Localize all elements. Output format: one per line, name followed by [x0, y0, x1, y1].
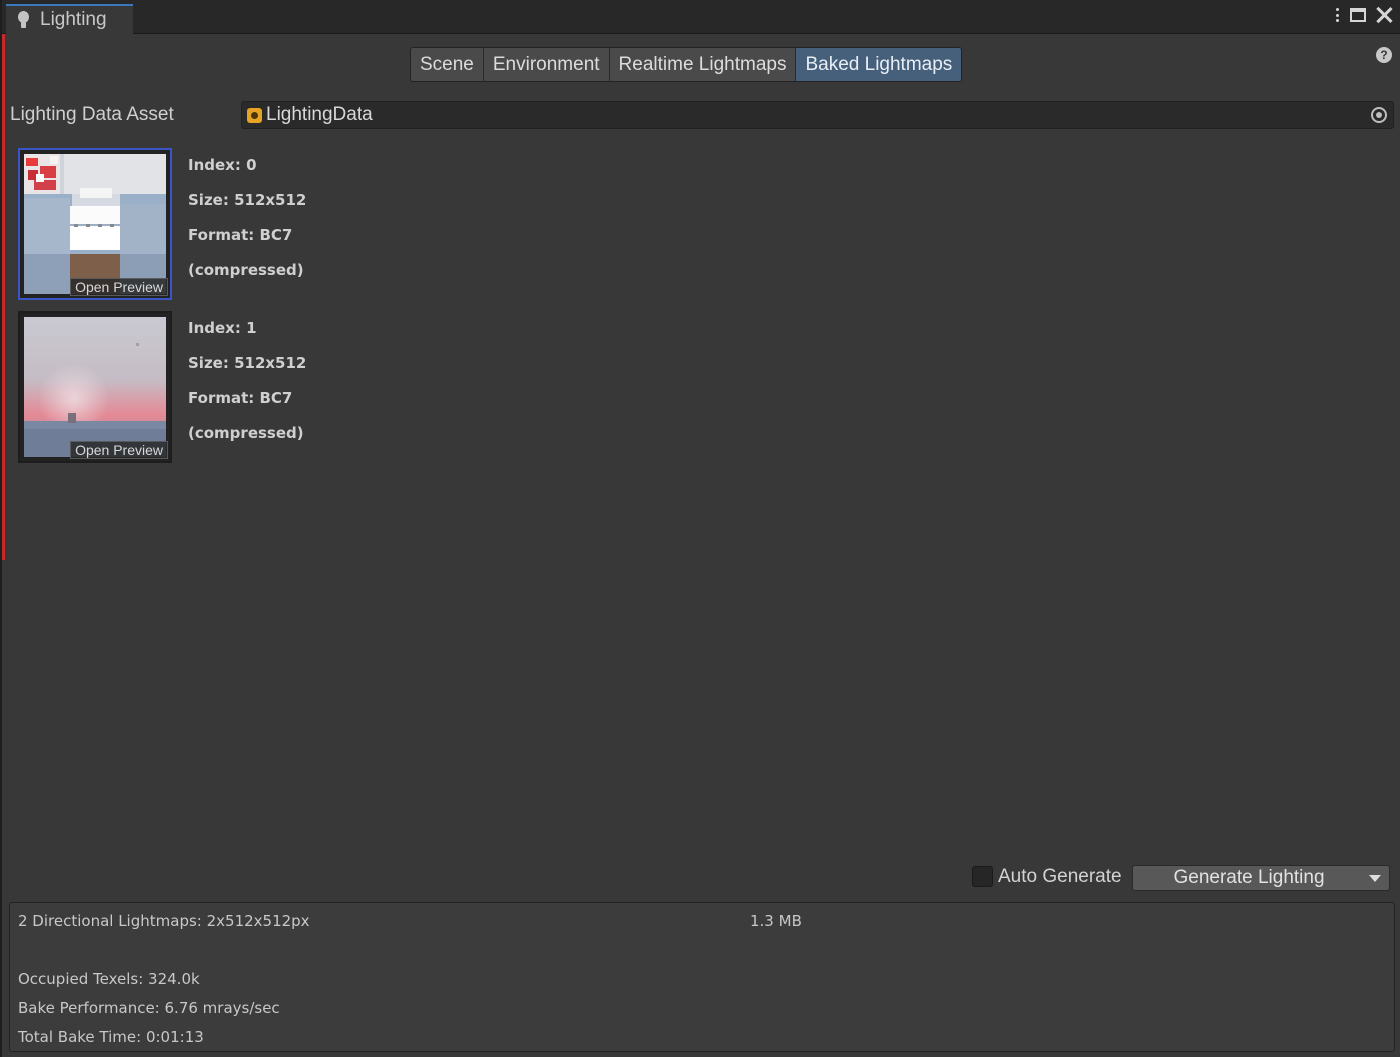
lighting-data-asset-label: Lighting Data Asset: [10, 104, 174, 125]
window-controls: [1334, 6, 1392, 24]
tab-baked-lightmaps[interactable]: Baked Lightmaps: [796, 48, 962, 81]
auto-generate-label: Auto Generate: [998, 866, 1122, 887]
auto-generate-checkbox[interactable]: [972, 866, 993, 887]
lighting-data-icon: [247, 107, 262, 123]
total-bake-time: Total Bake Time: 0:01:13: [18, 1028, 204, 1046]
help-icon[interactable]: ?: [1376, 47, 1392, 63]
open-preview-button-1[interactable]: Open Preview: [70, 441, 168, 459]
lightmap-format: Format: BC7 (compressed): [188, 226, 304, 279]
generate-lighting-button[interactable]: Generate Lighting: [1132, 865, 1390, 891]
title-bar: Lighting: [2, 0, 1400, 34]
lightmap-info-0: Index: 0 Size: 512x512 Format: BC7 (comp…: [188, 148, 398, 279]
tab-environment[interactable]: Environment: [483, 48, 610, 81]
lightmaps-memory: 1.3 MB: [750, 912, 802, 930]
lightmap-index: Index: 1: [188, 319, 257, 337]
lightmaps-summary: 2 Directional Lightmaps: 2x512x512px: [18, 912, 310, 930]
maximize-icon[interactable]: [1350, 8, 1366, 22]
lightmap-format: Format: BC7 (compressed): [188, 389, 304, 442]
bake-stats-panel: 2 Directional Lightmaps: 2x512x512px 1.3…: [9, 902, 1395, 1052]
lighting-tabs: Scene Environment Realtime Lightmaps Bak…: [410, 47, 963, 82]
lightmap-info-1: Index: 1 Size: 512x512 Format: BC7 (comp…: [188, 311, 398, 442]
tab-realtime-lightmaps[interactable]: Realtime Lightmaps: [609, 48, 797, 81]
generate-lighting-label: Generate Lighting: [1173, 867, 1325, 888]
object-picker-icon[interactable]: [1371, 107, 1387, 123]
lightmap-thumbnail-0[interactable]: Open Preview: [18, 148, 172, 300]
lightmap-entry-0: Open Preview Index: 0 Size: 512x512 Form…: [18, 148, 398, 302]
lightmap-thumbnail-1[interactable]: Open Preview: [18, 311, 172, 463]
window-tab-lighting[interactable]: Lighting: [6, 4, 133, 34]
lightmap-size: Size: 512x512: [188, 191, 307, 209]
lighting-window: Lighting Scene Environment Realtime Ligh…: [0, 0, 1400, 1057]
lightbulb-icon: [16, 10, 32, 30]
tab-scene[interactable]: Scene: [411, 48, 484, 81]
lightmap-index: Index: 0: [188, 156, 257, 174]
window-tab-label: Lighting: [40, 9, 107, 30]
edge-indicator: [2, 0, 5, 560]
open-preview-button-0[interactable]: Open Preview: [70, 278, 168, 296]
occupied-texels: Occupied Texels: 324.0k: [18, 970, 200, 988]
lightmap-entry-1: Open Preview Index: 1 Size: 512x512 Form…: [18, 311, 398, 465]
lightmap-size: Size: 512x512: [188, 354, 307, 372]
more-options-icon[interactable]: [1334, 6, 1340, 24]
lighting-data-asset-field[interactable]: LightingData: [241, 101, 1394, 129]
dropdown-arrow-icon[interactable]: [1369, 874, 1381, 882]
bake-performance: Bake Performance: 6.76 mrays/sec: [18, 999, 280, 1017]
lighting-data-asset-value: LightingData: [266, 104, 373, 125]
close-icon[interactable]: [1376, 7, 1392, 23]
